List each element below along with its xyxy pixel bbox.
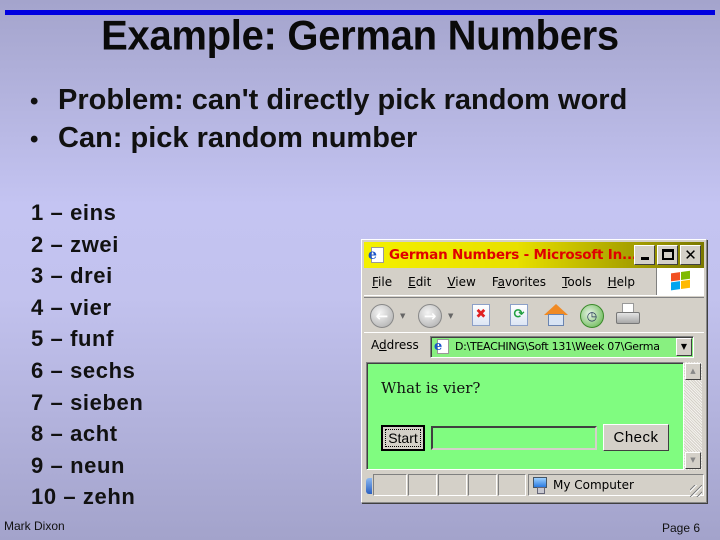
question-text: What is vier? <box>381 379 481 397</box>
menu-file[interactable]: File <box>372 275 392 289</box>
refresh-button[interactable]: ⟳ <box>510 304 528 326</box>
address-value: D:\TEACHING\Soft 131\Week 07\Germa <box>455 340 660 353</box>
number-item: 10 – zehn <box>31 484 136 510</box>
number-item: 1 – eins <box>31 200 117 225</box>
scroll-up-icon: ▲ <box>690 367 696 375</box>
number-item: 3 – drei <box>31 263 113 289</box>
stop-button[interactable]: ✖ <box>472 304 490 326</box>
scroll-down-button[interactable]: ▼ <box>685 452 701 469</box>
number-item: 5 – funf <box>31 326 115 352</box>
back-button[interactable]: ← <box>370 304 394 328</box>
history-button[interactable]: ◷ <box>580 304 604 328</box>
bullet-list: • Problem: can't directly pick random wor… <box>30 82 627 158</box>
forward-button[interactable]: → <box>418 304 442 328</box>
ie-icon: e <box>368 246 386 264</box>
status-zone-text: My Computer <box>553 478 634 492</box>
scroll-up-button[interactable]: ▲ <box>685 363 701 380</box>
standard-toolbar: ← ▼ → ▼ ✖ ⟳ ◷ <box>364 297 704 333</box>
printer-icon <box>616 312 640 324</box>
windows-logo-box <box>656 268 704 295</box>
number-item: 6 – sechs <box>31 357 136 383</box>
start-button-label: Start <box>385 429 421 447</box>
browser-window: e German Numbers - Microsoft In... ✕ Fil… <box>361 239 707 503</box>
status-cell <box>408 474 437 496</box>
page-content: What is vier? Start Check <box>366 362 684 470</box>
slide-title: Example: German Numbers <box>101 12 619 60</box>
menu-favorites[interactable]: Favorites <box>492 275 546 289</box>
number-word-list: 1 – eins 2 – zwei 3 – drei 4 – vier 5 – … <box>31 197 143 513</box>
address-dropdown-button[interactable]: ▼ <box>676 338 692 356</box>
home-button[interactable] <box>544 304 568 326</box>
menu-edit[interactable]: Edit <box>408 275 431 289</box>
back-arrow-icon: ← <box>375 307 389 325</box>
bullet-item: • Problem: can't directly pick random wor… <box>30 82 627 120</box>
menu-view[interactable]: View <box>447 275 475 289</box>
address-bar: Address e D:\TEACHING\Soft 131\Week 07\G… <box>364 334 704 360</box>
number-item: 4 – vier <box>31 294 112 320</box>
bullet-text: Problem: can't directly pick random word <box>58 84 628 116</box>
bullet-item: • Can: pick random number <box>30 120 627 158</box>
bullet-dot: • <box>30 88 39 115</box>
bullet-dot: • <box>30 126 39 153</box>
status-zone: My Computer <box>528 474 704 496</box>
chevron-down-icon: ▼ <box>680 342 688 351</box>
my-computer-icon <box>533 477 547 494</box>
start-button[interactable]: Start <box>381 425 425 451</box>
bullet-text: Can: pick random number <box>58 122 418 154</box>
number-item: 7 – sieben <box>31 389 144 415</box>
scroll-down-icon: ▼ <box>690 456 696 464</box>
window-controls: ✕ <box>634 245 701 265</box>
status-cell <box>373 474 407 496</box>
page-icon: e <box>434 339 450 355</box>
footer-author: Mark Dixon <box>4 519 65 533</box>
menu-bar: File Edit View Favorites Tools Help <box>364 268 704 296</box>
forward-dropdown-icon[interactable]: ▼ <box>448 312 453 320</box>
window-titlebar[interactable]: e German Numbers - Microsoft In... ✕ <box>364 242 704 268</box>
check-button[interactable]: Check <box>603 424 669 451</box>
number-item: 9 – neun <box>31 452 126 478</box>
status-cell <box>468 474 497 496</box>
menu-help[interactable]: Help <box>608 275 635 289</box>
windows-flag-icon <box>671 270 691 293</box>
status-bar: My Computer <box>364 472 704 499</box>
print-button[interactable] <box>616 303 640 327</box>
history-icon: ◷ <box>586 309 598 323</box>
forward-arrow-icon: → <box>423 307 437 325</box>
status-cell <box>438 474 467 496</box>
minimize-button[interactable] <box>634 245 655 265</box>
address-label: Address <box>371 338 419 352</box>
vertical-scrollbar[interactable]: ▲ ▼ <box>684 362 702 470</box>
maximize-icon <box>662 249 674 260</box>
refresh-icon: ⟳ <box>513 307 525 322</box>
minimize-icon <box>641 257 649 260</box>
status-cell <box>498 474 526 496</box>
maximize-button[interactable] <box>657 245 678 265</box>
number-item: 2 – zwei <box>31 231 119 257</box>
back-dropdown-icon[interactable]: ▼ <box>400 312 405 320</box>
status-ie-icon <box>366 478 372 494</box>
window-title: German Numbers - Microsoft In... <box>389 247 634 263</box>
number-item: 8 – acht <box>31 421 118 447</box>
close-button[interactable]: ✕ <box>680 245 701 265</box>
menu-tools[interactable]: Tools <box>562 275 592 289</box>
resize-grip[interactable] <box>690 485 702 497</box>
address-input[interactable]: e D:\TEACHING\Soft 131\Week 07\Germa ▼ <box>430 336 694 358</box>
stop-icon: ✖ <box>475 307 487 322</box>
footer-page-number: Page 6 <box>662 521 701 535</box>
close-icon: ✕ <box>684 246 697 264</box>
answer-input[interactable] <box>431 426 597 450</box>
